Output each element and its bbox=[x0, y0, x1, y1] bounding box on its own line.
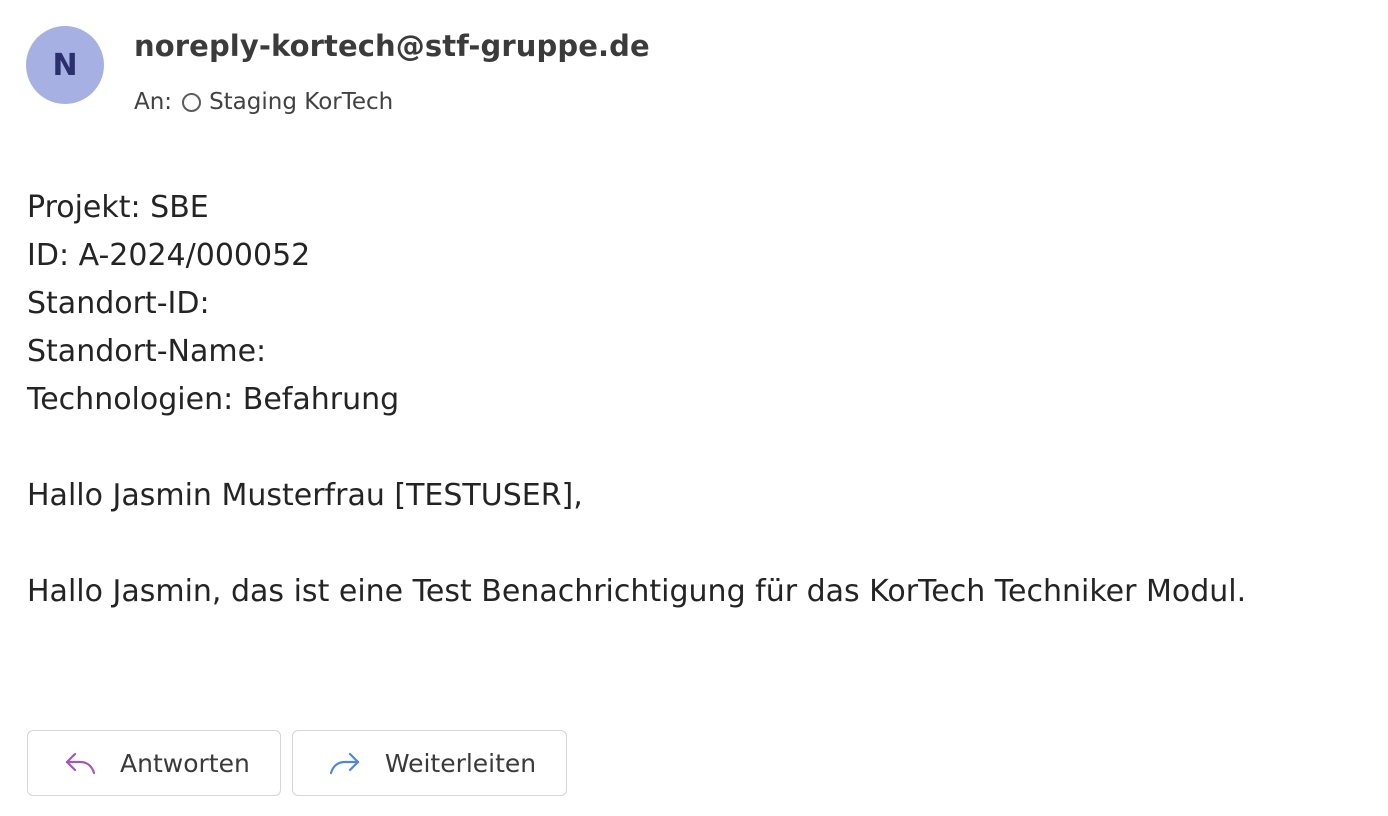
to-label: An: bbox=[134, 89, 173, 115]
body-line-site-name: Standort-Name: bbox=[27, 334, 267, 369]
message-actions: Antworten Weiterleiten bbox=[27, 730, 578, 796]
message-header: N noreply-kortech@stf-gruppe.de An: Stag… bbox=[26, 26, 650, 116]
body-line-id: ID: A-2024/000052 bbox=[27, 238, 311, 273]
sender-avatar[interactable]: N bbox=[26, 26, 104, 104]
message-meta: noreply-kortech@stf-gruppe.de An: Stagin… bbox=[134, 28, 650, 116]
forward-button-label: Weiterleiten bbox=[384, 748, 537, 778]
forward-arrow-icon bbox=[327, 748, 363, 778]
body-line-technologies: Technologien: Befahrung bbox=[27, 382, 400, 417]
body-content: Hallo Jasmin, das ist eine Test Benachri… bbox=[27, 574, 1247, 609]
presence-status-icon bbox=[182, 92, 202, 112]
recipient-name[interactable]: Staging KorTech bbox=[209, 88, 393, 116]
reply-button-label: Antworten bbox=[120, 748, 250, 778]
body-greeting: Hallo Jasmin Musterfrau [TESTUSER], bbox=[27, 478, 583, 513]
body-line-site-id: Standort-ID: bbox=[27, 286, 210, 321]
recipient-line: An: Staging KorTech bbox=[134, 88, 650, 116]
sender-address[interactable]: noreply-kortech@stf-gruppe.de bbox=[134, 28, 650, 64]
reply-button[interactable]: Antworten bbox=[27, 730, 281, 796]
reply-arrow-icon bbox=[62, 748, 98, 778]
message-body: Projekt: SBE ID: A-2024/000052 Standort-… bbox=[27, 184, 1246, 616]
forward-button[interactable]: Weiterleiten bbox=[291, 730, 568, 796]
body-line-project: Projekt: SBE bbox=[27, 190, 209, 225]
